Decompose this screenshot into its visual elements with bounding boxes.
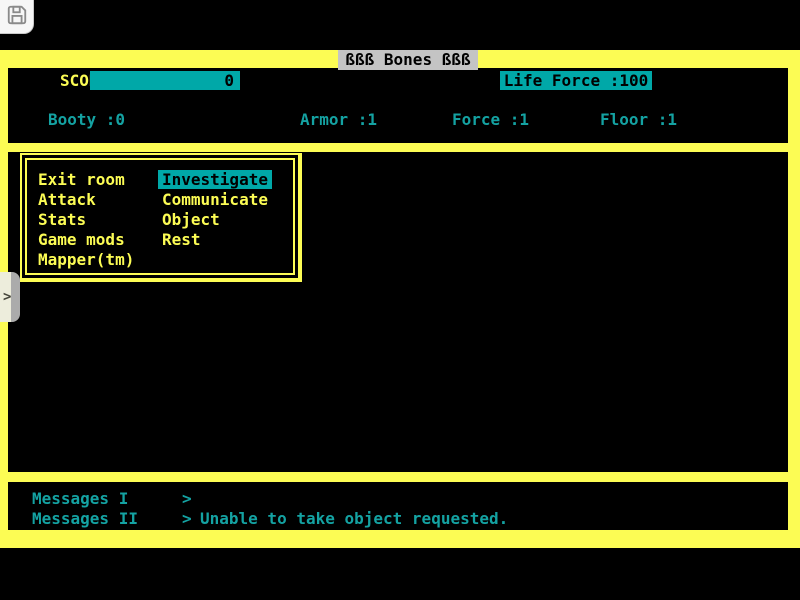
messages-1-prompt: > (182, 489, 192, 508)
floor-stat: Floor :1 (600, 110, 677, 129)
menu-item-rest[interactable]: Rest (162, 230, 201, 249)
messages-1-label: Messages I (32, 489, 128, 508)
messages-2-prompt: > (182, 509, 192, 528)
force-stat: Force :1 (452, 110, 529, 129)
menu-item-exit-room[interactable]: Exit room (38, 170, 125, 189)
menu-item-mapper[interactable]: Mapper(tm) (38, 250, 134, 269)
life-force-badge: Life Force :100 (500, 71, 652, 90)
menu-item-communicate[interactable]: Communicate (162, 190, 268, 209)
floppy-disk-icon (6, 4, 28, 30)
game-screen: ßßß Bones ßßß SCORE: 0 Life Force :100 B… (0, 0, 800, 600)
booty-stat: Booty :0 (48, 110, 125, 129)
armor-stat: Armor :1 (300, 110, 377, 129)
chevron-right-icon: > (3, 290, 11, 304)
score-bar: 0 (90, 71, 240, 90)
window-title: ßßß Bones ßßß (338, 50, 478, 70)
menu-item-stats[interactable]: Stats (38, 210, 86, 229)
menu-item-attack[interactable]: Attack (38, 190, 96, 209)
messages-2-label: Messages II (32, 509, 138, 528)
menu-item-investigate[interactable]: Investigate (158, 170, 272, 189)
sidebar-expand-handle[interactable]: > (0, 272, 20, 322)
menu-item-object[interactable]: Object (162, 210, 220, 229)
messages-2-text: Unable to take object requested. (200, 509, 508, 528)
save-button[interactable] (0, 0, 34, 34)
menu-item-game-mods[interactable]: Game mods (38, 230, 125, 249)
